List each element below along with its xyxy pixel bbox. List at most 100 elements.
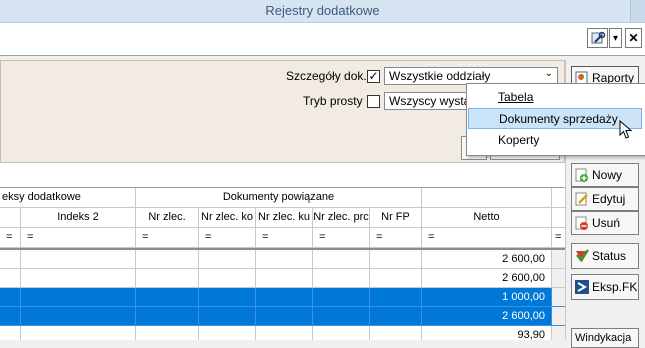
row-cell[interactable] <box>199 288 256 307</box>
column-header-order-ku[interactable]: Nr zlec. ku <box>256 208 313 228</box>
row-cell[interactable] <box>552 307 565 326</box>
row-cell[interactable] <box>136 326 199 340</box>
titlebar-edge <box>630 0 645 22</box>
row-net-value[interactable]: 2 600,00 <box>422 269 552 288</box>
row-cell[interactable] <box>136 307 199 326</box>
row-cell[interactable] <box>0 269 21 288</box>
filter-cell-blank[interactable]: = <box>0 228 21 248</box>
details-checkbox[interactable]: ✓ <box>367 70 380 83</box>
row-cell[interactable] <box>313 326 370 340</box>
row-cell[interactable] <box>0 307 21 326</box>
row-cell[interactable] <box>21 269 136 288</box>
status-label: Status <box>592 249 627 263</box>
row-cell[interactable] <box>313 307 370 326</box>
column-header-blank[interactable] <box>0 208 21 228</box>
collection-button[interactable]: Windykacja <box>571 328 639 348</box>
close-button[interactable]: ✕ <box>625 28 642 48</box>
delete-button[interactable]: Usuń <box>571 211 639 235</box>
new-icon <box>575 168 589 182</box>
column-header-order-no[interactable]: Nr zlec. <box>136 208 199 228</box>
filter-cell-order-ku[interactable]: = <box>256 228 313 248</box>
row-cell[interactable] <box>370 269 422 288</box>
row-cell[interactable] <box>21 250 136 269</box>
filter-cell-index-2[interactable]: = <box>21 228 136 248</box>
new-label: Nowy <box>592 168 623 182</box>
filter-cell-order-prc[interactable]: = <box>313 228 370 248</box>
delete-label: Usuń <box>592 216 621 230</box>
row-net-value[interactable]: 1 000,00 <box>422 288 552 307</box>
row-cell[interactable] <box>21 307 136 326</box>
row-cell[interactable] <box>313 269 370 288</box>
window-title: Rejestry dodatkowe <box>265 3 380 18</box>
row-cell[interactable] <box>199 326 256 340</box>
row-cell[interactable] <box>552 250 565 269</box>
row-cell[interactable] <box>256 269 313 288</box>
row-cell[interactable] <box>199 269 256 288</box>
row-cell[interactable] <box>313 288 370 307</box>
row-net-value[interactable]: 2 600,00 <box>422 307 552 326</box>
window-titlebar: Rejestry dodatkowe <box>0 0 645 23</box>
export-fk-button[interactable]: Eksp.FK <box>571 274 639 300</box>
row-net-value[interactable]: 93,90 <box>422 326 552 340</box>
filter-cell-order-no[interactable]: = <box>136 228 199 248</box>
column-header-edge <box>552 208 565 228</box>
row-cell[interactable] <box>552 326 565 340</box>
row-cell[interactable] <box>0 288 21 307</box>
edit-label: Edytuj <box>592 192 626 206</box>
menu-item-envelopes[interactable]: Koperty <box>468 130 642 151</box>
status-icon <box>575 249 590 263</box>
column-header-order-ko[interactable]: Nr zlec. ko <box>199 208 256 228</box>
collection-label: Windykacja <box>575 332 632 344</box>
column-header-order-prc[interactable]: Nr zlec. prc <box>313 208 370 228</box>
column-header-fp-no[interactable]: Nr FP <box>370 208 422 228</box>
row-cell[interactable] <box>0 250 21 269</box>
export-label: Eksp.FK <box>592 280 638 294</box>
row-cell[interactable] <box>552 269 565 288</box>
new-button[interactable]: Nowy <box>571 163 639 187</box>
row-cell[interactable] <box>256 288 313 307</box>
row-cell[interactable] <box>256 326 313 340</box>
simple-mode-checkbox[interactable] <box>367 95 380 108</box>
status-button[interactable]: Status <box>571 243 639 269</box>
column-header-index-2[interactable]: Indeks 2 <box>21 208 136 228</box>
edit-icon <box>575 192 589 206</box>
chevron-down-icon: ▾ <box>612 32 619 44</box>
row-cell[interactable] <box>256 307 313 326</box>
search-strip <box>0 163 565 188</box>
row-net-value[interactable]: 2 600,00 <box>422 250 552 269</box>
row-cell[interactable] <box>370 307 422 326</box>
row-cell[interactable] <box>21 288 136 307</box>
checkmark-icon: ✓ <box>368 69 379 83</box>
column-header-net[interactable]: Netto <box>422 208 552 228</box>
row-cell[interactable] <box>313 250 370 269</box>
row-cell[interactable] <box>136 250 199 269</box>
close-icon: ✕ <box>628 31 639 45</box>
row-cell[interactable] <box>0 326 21 340</box>
row-cell[interactable] <box>256 250 313 269</box>
row-cell[interactable] <box>136 288 199 307</box>
menu-item-sales-label: Dokumenty sprzedaży <box>499 112 618 126</box>
filter-cell-fp-no[interactable]: = <box>370 228 422 248</box>
group-header-related-docs: Dokumenty powiązane <box>136 188 422 208</box>
filter-cell-net[interactable]: = <box>422 228 552 248</box>
row-cell[interactable] <box>199 250 256 269</box>
row-cell[interactable] <box>21 326 136 340</box>
details-label: Szczegóły dok. <box>286 69 367 83</box>
branches-select-value: Wszystkie oddziały <box>389 69 491 83</box>
row-cell[interactable] <box>199 307 256 326</box>
row-cell[interactable] <box>370 250 422 269</box>
edit-button[interactable]: Edytuj <box>571 187 639 211</box>
menu-item-table-label: Tabela <box>498 90 534 104</box>
row-cell[interactable] <box>370 326 422 340</box>
row-cell[interactable] <box>370 288 422 307</box>
row-cell[interactable] <box>552 288 565 307</box>
settings-tool-button[interactable] <box>587 28 608 48</box>
issuers-select[interactable]: Wszyscy wystaw <box>384 92 474 110</box>
filter-cell-order-ko[interactable]: = <box>199 228 256 248</box>
menu-item-sales-documents[interactable]: Dokumenty sprzedaży <box>468 108 642 129</box>
menu-dropdown-button[interactable]: ▾ <box>609 28 622 48</box>
export-icon <box>575 280 589 294</box>
mouse-cursor-icon <box>619 120 633 139</box>
menu-item-table[interactable]: Tabela <box>468 87 642 108</box>
row-cell[interactable] <box>136 269 199 288</box>
